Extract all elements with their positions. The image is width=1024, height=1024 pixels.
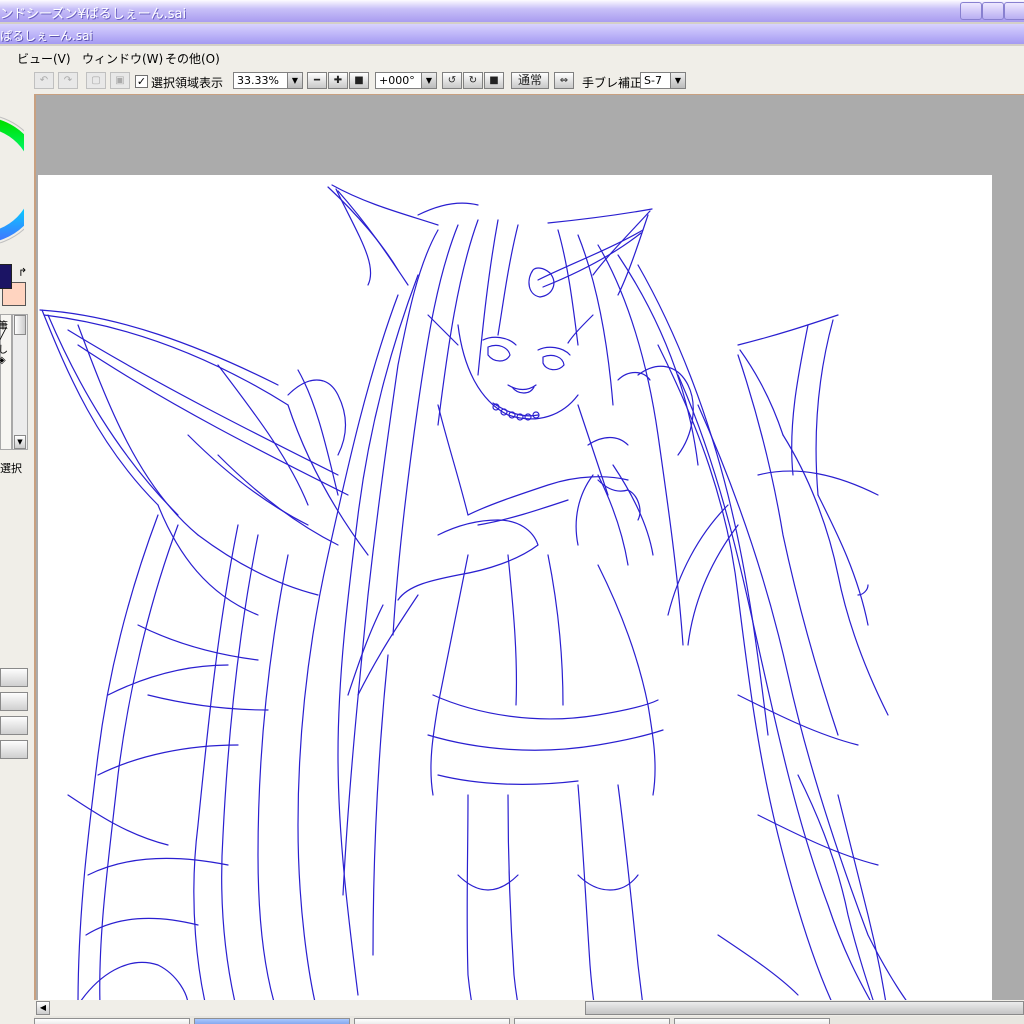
primary-color-swatch[interactable] [0,264,12,289]
tool-list: 筆 ╱ し ◈ [0,314,12,450]
invert-selection-button[interactable]: ▣ [110,72,130,89]
menu-view[interactable]: ビュー(V) [17,50,71,67]
chevron-down-icon[interactable]: ▼ [287,73,302,88]
document-tab[interactable] [514,1018,670,1024]
document-tab[interactable] [354,1018,510,1024]
stabilizer-select[interactable]: S-7 ▼ [640,72,686,89]
blend-mode-button[interactable]: 通常 [511,72,549,89]
rotate-ccw-button[interactable]: ↺ [442,72,462,89]
plus-icon: ✚ [333,75,343,86]
scroll-down-icon[interactable]: ▼ [14,435,26,449]
menu-bar: ビュー(V) ウィンドウ(W) その他(O) [0,46,1024,68]
panel-button-2[interactable] [0,692,28,711]
chevron-down-icon[interactable]: ▼ [421,73,436,88]
maximize-button[interactable] [982,2,1004,20]
color-wheel[interactable] [0,110,24,250]
document-tab-strip [34,1016,1024,1024]
eraser-icon[interactable]: ◈ [0,355,6,366]
document-tab[interactable] [674,1018,830,1024]
sketch-drawing [39,184,907,1000]
scroll-left-icon[interactable]: ◀ [36,1001,50,1015]
chevron-down-icon[interactable]: ▼ [670,73,685,88]
zoom-out-button[interactable]: ━ [307,72,327,89]
minimize-button[interactable] [960,2,982,20]
rotate-ccw-icon: ↺ [447,75,457,86]
panel-button-1[interactable] [0,668,28,687]
show-selection-checkbox[interactable]: ✓ [135,75,148,88]
blur-tool[interactable]: し [0,341,8,356]
panel-button-3[interactable] [0,716,28,735]
minus-icon: ━ [313,75,321,86]
scroll-thumb[interactable] [585,1001,1024,1015]
canvas-paper[interactable] [38,175,992,1000]
deselect-button[interactable]: ▢ [86,72,106,89]
flip-horizontal-button[interactable]: ⇔ [554,72,574,89]
reset-icon: ■ [489,75,499,86]
document-title: ぱるしぇーん.sai [0,29,93,43]
document-tab[interactable] [34,1018,190,1024]
reset-icon: ■ [354,75,364,86]
toolbar: ↶ ↷ ▢ ▣ ✓ 選択領域表示 33.33% ▼ ━ ✚ ■ +000° ▼ … [0,68,1024,94]
pen-icon[interactable]: ╱ [0,327,7,340]
document-tab-active[interactable] [194,1018,350,1024]
rotate-cw-button[interactable]: ↻ [463,72,483,89]
selection-label: 選択 [0,462,22,475]
zoom-reset-button[interactable]: ■ [349,72,369,89]
undo-button[interactable]: ↶ [34,72,54,89]
rotate-cw-icon: ↻ [468,75,478,86]
rotation-value: +000° [379,74,415,87]
document-title-bar: ぱるしぇーん.sai [0,24,1024,44]
zoom-select[interactable]: 33.33% ▼ [233,72,303,89]
redo-icon: ↷ [63,75,73,86]
stabilizer-label: 手ブレ補正 [582,76,643,90]
panel-button-4[interactable] [0,740,28,759]
window-title: ンドシーズン¥ぱるしぇーん.sai [0,7,187,22]
flip-icon: ⇔ [559,75,569,86]
window-title-bar: ンドシーズン¥ぱるしぇーん.sai [0,0,1024,22]
swap-colors-icon[interactable]: ↱ [18,266,27,279]
deselect-icon: ▢ [91,75,101,86]
menu-other[interactable]: その他(O) [165,50,220,67]
horizontal-scrollbar[interactable]: ◀ [34,1000,1024,1016]
scroll-thumb[interactable] [14,315,26,335]
show-selection-label: 選択領域表示 [151,76,224,90]
checkmark-icon: ✓ [136,75,147,88]
undo-icon: ↶ [39,75,49,86]
redo-button[interactable]: ↷ [58,72,78,89]
left-panel: ↱ 筆 ╱ し ◈ ▼ 選択 [0,94,34,1024]
invert-selection-icon: ▣ [115,75,125,86]
canvas-viewport[interactable] [34,94,1024,1000]
tool-list-scrollbar[interactable]: ▼ [12,314,28,450]
rotate-reset-button[interactable]: ■ [484,72,504,89]
zoom-in-button[interactable]: ✚ [328,72,348,89]
menu-window[interactable]: ウィンドウ(W) [82,50,163,67]
rotation-select[interactable]: +000° ▼ [375,72,437,89]
close-button[interactable] [1004,2,1024,20]
zoom-value: 33.33% [237,74,279,87]
stabilizer-value: S-7 [644,74,662,87]
